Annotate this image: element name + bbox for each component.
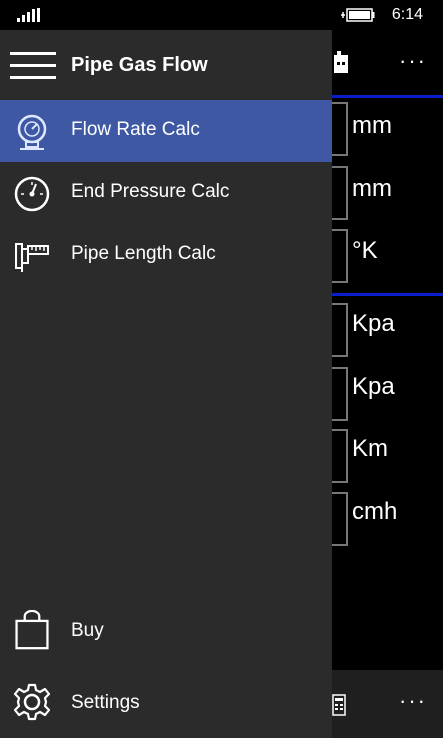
background-page: ··· mm mm °K Kpa Kpa Km cmh ··· bbox=[332, 30, 443, 738]
input-field-edge[interactable] bbox=[332, 303, 348, 357]
calculator-icon[interactable] bbox=[332, 694, 346, 716]
app-title: Pipe Gas Flow bbox=[71, 54, 208, 76]
more-options-button[interactable]: ··· bbox=[399, 48, 427, 74]
menu-item-flow-rate-calc[interactable]: Flow Rate Calc bbox=[0, 100, 332, 162]
navigation-drawer: Pipe Gas Flow Flow Rate Calc End Pressur… bbox=[0, 30, 332, 738]
more-options-button[interactable]: ··· bbox=[399, 688, 427, 714]
input-field-edge[interactable] bbox=[332, 429, 348, 483]
drawer-header: Pipe Gas Flow bbox=[0, 30, 332, 100]
input-field-edge[interactable] bbox=[332, 102, 348, 156]
menu-item-settings[interactable]: Settings bbox=[0, 672, 332, 734]
menu-item-buy[interactable]: Buy bbox=[0, 600, 332, 664]
section-divider bbox=[332, 95, 443, 98]
menu-item-label: Pipe Length Calc bbox=[71, 243, 216, 264]
menu-item-pipe-length-calc[interactable]: Pipe Length Calc bbox=[0, 224, 332, 286]
shopping-bag-icon bbox=[15, 610, 49, 650]
menu-item-label: Flow Rate Calc bbox=[71, 119, 200, 140]
input-field-edge[interactable] bbox=[332, 229, 348, 283]
bottom-app-bar: ··· bbox=[332, 670, 443, 738]
gear-icon bbox=[13, 683, 51, 721]
pressure-dial-icon bbox=[14, 176, 50, 212]
menu-item-end-pressure-calc[interactable]: End Pressure Calc bbox=[0, 162, 332, 224]
unit-label: mm bbox=[352, 112, 392, 139]
unit-label: Km bbox=[352, 435, 388, 462]
input-field-edge[interactable] bbox=[332, 367, 348, 421]
calculator-icon[interactable] bbox=[332, 50, 352, 76]
unit-label: cmh bbox=[352, 498, 398, 525]
pipe-ruler-icon bbox=[15, 243, 49, 272]
unit-label: °K bbox=[352, 237, 378, 264]
status-bar: 6:14 bbox=[0, 0, 443, 30]
gauge-icon bbox=[17, 114, 47, 150]
input-field-edge[interactable] bbox=[332, 492, 348, 546]
unit-label: Kpa bbox=[352, 310, 395, 337]
signal-strength-icon bbox=[17, 8, 40, 22]
unit-label: Kpa bbox=[352, 373, 395, 400]
menu-item-label: Settings bbox=[71, 692, 140, 713]
input-field-edge[interactable] bbox=[332, 166, 348, 220]
menu-item-label: End Pressure Calc bbox=[71, 181, 230, 202]
hamburger-menu-icon[interactable] bbox=[10, 52, 56, 80]
clock: 6:14 bbox=[391, 6, 423, 23]
section-divider bbox=[332, 293, 443, 296]
battery-charging-icon bbox=[341, 8, 375, 22]
menu-item-label: Buy bbox=[71, 620, 104, 641]
unit-label: mm bbox=[352, 175, 392, 202]
